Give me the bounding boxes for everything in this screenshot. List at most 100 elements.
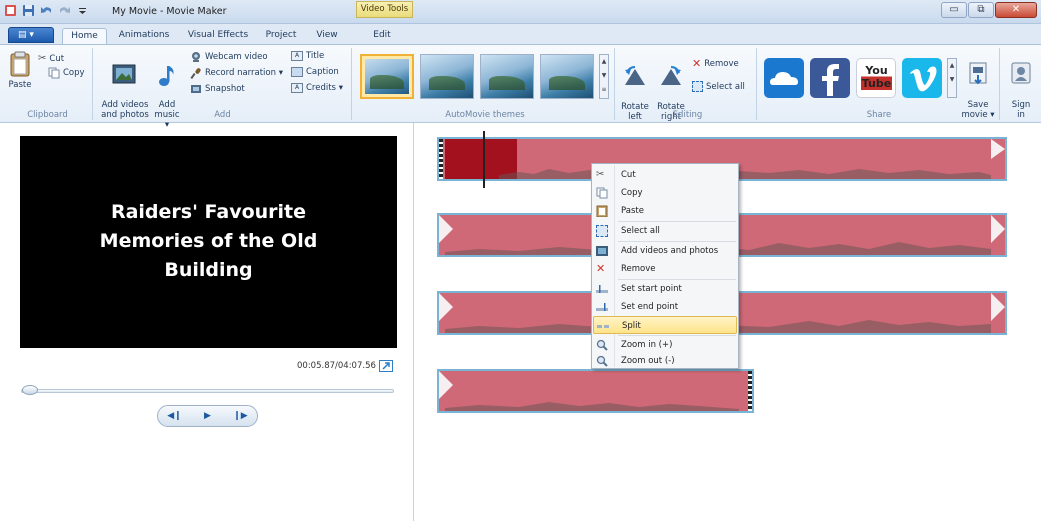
- gallery-down-icon: ▼: [949, 76, 955, 83]
- webcam-icon: [192, 52, 200, 62]
- menu-item-zoom-in[interactable]: Zoom in (+): [593, 336, 737, 354]
- automovie-theme-default[interactable]: [360, 54, 414, 99]
- pane-splitter[interactable]: [413, 123, 414, 521]
- tab-view[interactable]: View: [310, 28, 344, 44]
- onedrive-cloud-icon: [770, 72, 798, 85]
- automovie-theme-2[interactable]: [420, 54, 474, 99]
- next-frame-button[interactable]: ❙▶: [230, 408, 252, 424]
- menu-item-split[interactable]: Split: [593, 316, 737, 334]
- menu-item-set-start-point[interactable]: Set start point: [593, 280, 737, 298]
- menu-item-copy[interactable]: Copy: [593, 184, 737, 202]
- set-start-point-icon: [596, 285, 608, 293]
- share-facebook-button[interactable]: [810, 58, 850, 98]
- credits-icon: A: [291, 83, 303, 93]
- youtube-icon: You Tube: [861, 64, 892, 94]
- credits-button[interactable]: A Credits ▾: [291, 83, 343, 93]
- quick-access-toolbar: [4, 4, 89, 17]
- caption-icon: [291, 67, 303, 77]
- automovie-theme-3[interactable]: [480, 54, 534, 99]
- cut-button[interactable]: ✂ Cut: [38, 53, 64, 64]
- previous-frame-button[interactable]: ◀❙: [164, 408, 186, 424]
- menu-item-paste[interactable]: Paste: [593, 202, 737, 220]
- menu-item-select-all[interactable]: Select all: [593, 222, 737, 240]
- fullscreen-icon: [382, 362, 390, 370]
- share-vimeo-button[interactable]: [902, 58, 942, 98]
- undo-icon[interactable]: [40, 4, 53, 17]
- ribbon: Paste ✂ Cut Copy Clipboard Add videos an…: [0, 44, 1041, 130]
- minimize-button[interactable]: ▭: [941, 2, 967, 18]
- remove-button[interactable]: ✕ Remove: [692, 57, 739, 70]
- themes-gallery-scroll[interactable]: ▲ ▼ ≡: [599, 54, 609, 99]
- select-all-button[interactable]: Select all: [692, 81, 745, 92]
- menu-item-label: Paste: [621, 206, 644, 216]
- video-tools-context-tab[interactable]: Video Tools: [356, 1, 413, 18]
- qat-dropdown-icon[interactable]: [76, 4, 89, 17]
- copy-label: Copy: [63, 68, 85, 78]
- gallery-up-icon: ▲: [949, 62, 955, 69]
- seek-slider-track[interactable]: [21, 389, 394, 393]
- sign-in-button[interactable]: Sign in: [1004, 51, 1038, 120]
- select-all-icon: [596, 225, 608, 237]
- microphone-icon: [190, 68, 201, 79]
- webcam-video-label: Webcam video: [205, 52, 268, 62]
- menu-item-label: Split: [622, 321, 641, 331]
- copy-button[interactable]: Copy: [48, 67, 85, 79]
- video-preview-monitor[interactable]: Raiders' Favourite Memories of the Old B…: [20, 136, 397, 348]
- automovie-theme-4[interactable]: [540, 54, 594, 99]
- menu-item-set-end-point[interactable]: Set end point: [593, 298, 737, 316]
- seek-slider-thumb[interactable]: [21, 385, 38, 395]
- movie-maker-app-icon[interactable]: [4, 4, 17, 17]
- share-youtube-button[interactable]: You Tube: [856, 58, 896, 98]
- cut-icon: ✂: [38, 53, 47, 64]
- application-menu-icon: ▤ ▾: [18, 30, 34, 40]
- close-icon: ✕: [1011, 4, 1021, 15]
- menu-item-zoom-out[interactable]: Zoom out (-): [593, 354, 737, 368]
- record-narration-button[interactable]: Record narration ▾: [190, 67, 283, 79]
- ribbon-tab-row: ▤ ▾ Home Animations Visual Effects Proje…: [0, 24, 1041, 44]
- close-button[interactable]: ✕: [995, 2, 1037, 18]
- menu-item-add-videos-photos[interactable]: Add videos and photos: [593, 242, 737, 260]
- tab-edit[interactable]: Edit: [362, 28, 402, 44]
- menu-item-label: Zoom in (+): [621, 340, 673, 350]
- remove-icon: ✕: [692, 57, 702, 70]
- ribbon-separator: [351, 48, 352, 120]
- facebook-icon: [822, 64, 839, 96]
- music-note-icon: [159, 66, 174, 86]
- zoom-in-icon: [596, 339, 608, 351]
- tab-visual-effects[interactable]: Visual Effects: [182, 28, 254, 44]
- record-narration-label: Record narration ▾: [205, 68, 283, 78]
- snapshot-button[interactable]: Snapshot: [190, 83, 245, 95]
- rotate-right-icon: [661, 66, 681, 85]
- menu-item-cut[interactable]: ✂ Cut: [593, 166, 737, 184]
- application-menu-button[interactable]: ▤ ▾: [8, 27, 54, 43]
- play-button[interactable]: ▶: [197, 408, 219, 424]
- rotate-left-icon: [625, 66, 645, 85]
- paste-button[interactable]: Paste: [5, 51, 35, 90]
- tab-project[interactable]: Project: [260, 28, 302, 44]
- paste-icon: [10, 51, 30, 77]
- tab-home[interactable]: Home: [62, 28, 107, 44]
- menu-item-label: Set start point: [621, 284, 682, 294]
- group-label-editing: Editing: [672, 110, 703, 120]
- fullscreen-preview-button[interactable]: [379, 360, 393, 372]
- audio-clip-row-4[interactable]: [437, 369, 754, 413]
- split-icon: [597, 325, 609, 328]
- window-controls: ▭ ⧉ ✕: [941, 2, 1037, 18]
- title-button[interactable]: A Title: [291, 51, 324, 61]
- webcam-video-button[interactable]: Webcam video: [190, 51, 268, 63]
- menu-item-label: Select all: [621, 226, 660, 236]
- menu-item-remove[interactable]: ✕ Remove: [593, 260, 737, 278]
- snapshot-icon: [191, 85, 201, 93]
- maximize-button[interactable]: ⧉: [968, 2, 994, 18]
- share-onedrive-button[interactable]: [764, 58, 804, 98]
- redo-icon[interactable]: [58, 4, 71, 17]
- group-label-add: Add: [214, 110, 231, 120]
- minimize-icon: ▭: [949, 4, 959, 15]
- save-icon[interactable]: [22, 4, 35, 17]
- playhead-indicator[interactable]: [483, 131, 485, 188]
- menu-item-label: Copy: [621, 188, 643, 198]
- caption-button[interactable]: Caption: [291, 67, 339, 77]
- share-gallery-scroll[interactable]: ▲ ▼: [947, 58, 957, 98]
- title-label: Title: [306, 51, 325, 61]
- tab-animations[interactable]: Animations: [115, 28, 173, 44]
